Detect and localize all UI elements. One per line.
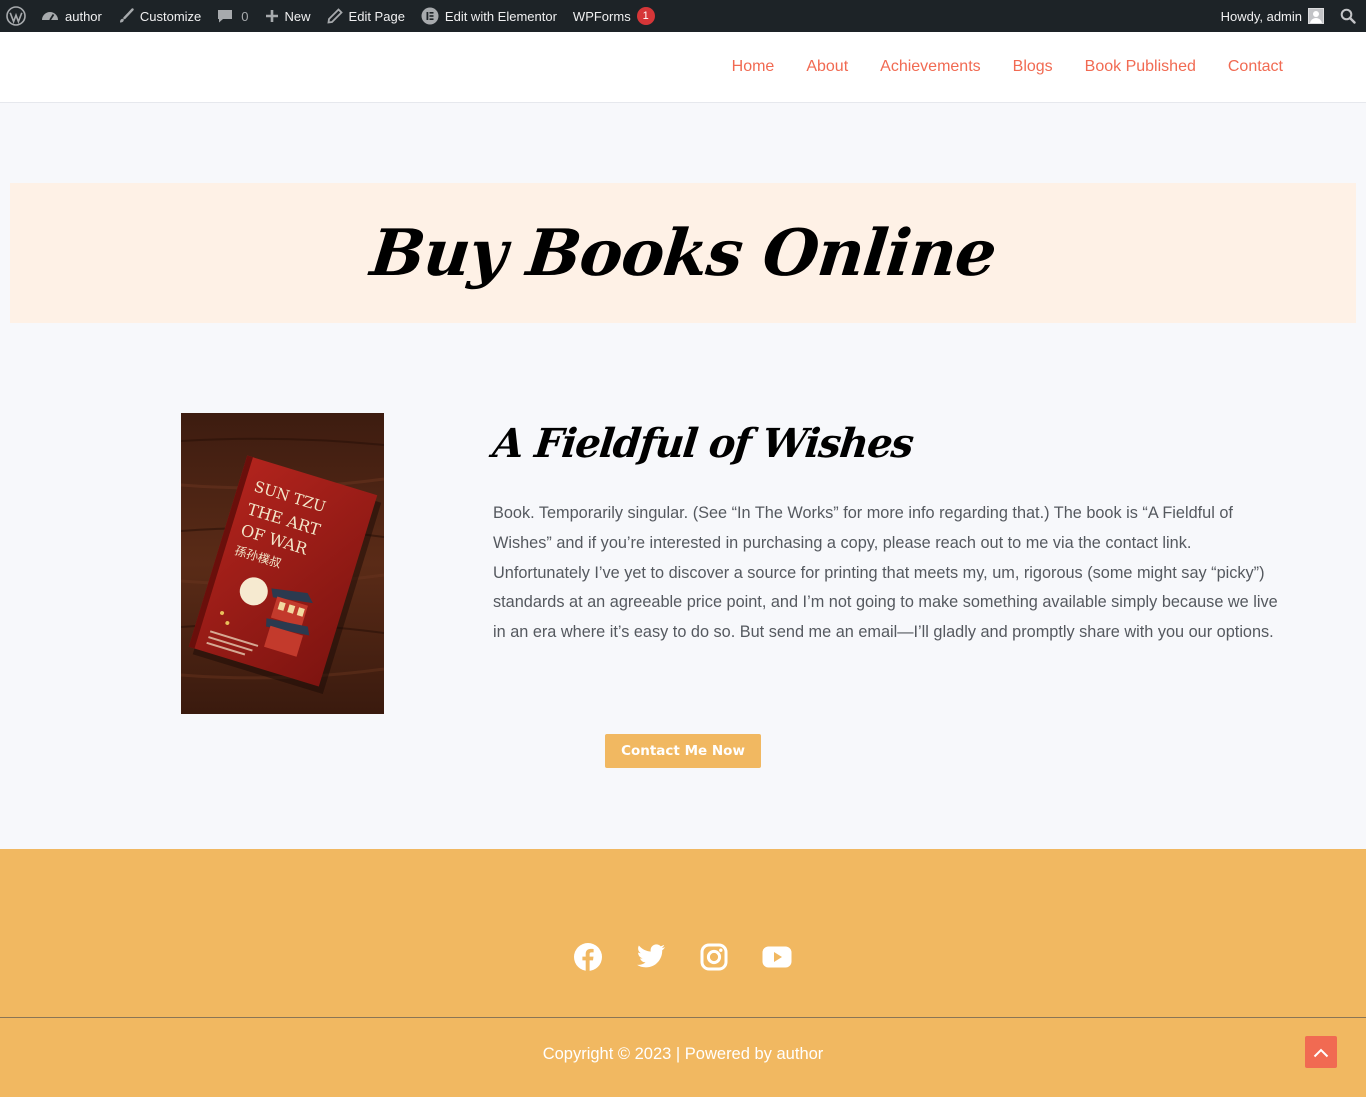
twitter-icon[interactable] [635,941,667,973]
wpforms-notification-badge: 1 [636,7,655,25]
plus-icon [265,9,279,23]
admin-search-button[interactable] [1332,0,1366,32]
scroll-to-top-button[interactable] [1305,1036,1337,1068]
book-cover-image: SUN TZU THE ART OF WAR 孫孙樸叔 [181,413,384,714]
page-title: Buy Books Online [366,215,1000,291]
my-account-menu[interactable]: Howdy, admin [1213,0,1332,32]
nav-item-blogs[interactable]: Blogs [1013,58,1053,76]
search-icon [1340,8,1356,24]
footer-divider [0,1017,1366,1018]
paintbrush-icon [118,8,134,24]
new-label: New [284,8,311,24]
site-header: Home About Achievements Blogs Book Publi… [0,32,1366,103]
new-content-menu[interactable]: New [257,0,319,32]
book-description: Book. Temporarily singular. (See “In The… [493,504,1278,642]
instagram-icon[interactable] [698,941,730,973]
wpforms-label: WPForms [572,8,631,24]
site-name-label: author [65,8,102,24]
elementor-icon [421,7,439,25]
comment-bubble-icon [217,8,233,24]
hero-banner: Buy Books Online [10,183,1356,323]
howdy-label: Howdy, admin [1220,8,1302,24]
comments-count: 0 [241,8,249,24]
nav-item-book-published[interactable]: Book Published [1085,58,1196,76]
nav-item-about[interactable]: About [806,58,848,76]
youtube-icon[interactable] [761,941,793,973]
edit-with-elementor-label: Edit with Elementor [444,8,557,24]
edit-page-label: Edit Page [348,8,405,24]
admin-bar: author Customize 0 New Edit Page Edit wi… [0,0,1366,32]
nav-item-achievements[interactable]: Achievements [880,58,981,76]
nav-item-home[interactable]: Home [732,58,775,76]
contact-me-now-button[interactable]: Contact Me Now [605,734,761,768]
customize-label: Customize [139,8,202,24]
social-links [572,941,793,973]
site-footer: Copyright © 2023 | Powered by author [0,849,1366,1097]
dashboard-icon [41,8,59,24]
wpforms-menu[interactable]: WPForms 1 [565,0,663,32]
facebook-icon[interactable] [572,941,604,973]
avatar [1308,8,1324,24]
pencil-icon [326,8,343,24]
edit-page-link[interactable]: Edit Page [319,0,413,32]
edit-with-elementor-link[interactable]: Edit with Elementor [413,0,565,32]
wordpress-logo-icon[interactable] [0,0,33,32]
customize-link[interactable]: Customize [110,0,209,32]
main-navigation: Home About Achievements Blogs Book Publi… [700,32,1283,102]
site-name-menu[interactable]: author [33,0,110,32]
copyright-text: Copyright © 2023 | Powered by author [542,1045,824,1063]
comments-link[interactable]: 0 [209,0,256,32]
nav-item-contact[interactable]: Contact [1228,58,1283,76]
book-title: A Fieldful of Wishes [490,420,915,467]
chevron-up-icon [1313,1043,1329,1062]
